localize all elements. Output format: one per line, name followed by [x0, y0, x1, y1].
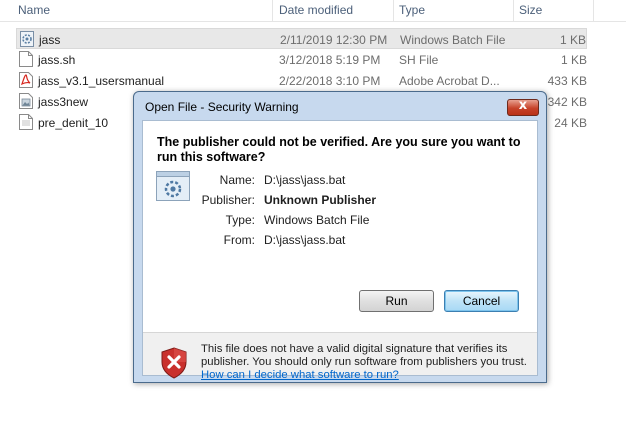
close-icon: x [518, 98, 528, 113]
file-type: Adobe Acrobat D... [399, 74, 500, 88]
batch-file-icon [20, 31, 34, 47]
file-name: jass3new [38, 95, 89, 109]
file-date: 2/11/2019 12:30 PM [280, 33, 388, 47]
dialog-titlebar[interactable]: Open File - Security Warning x [134, 92, 546, 120]
column-separator[interactable] [593, 0, 594, 22]
warning-message: This file does not have a valid digital … [201, 343, 531, 382]
warning-shield-icon [161, 347, 187, 379]
file-type: Windows Batch File [400, 33, 506, 47]
text-file-icon [19, 51, 33, 67]
help-link[interactable]: How can I decide what software to run? [201, 369, 399, 381]
type-value: Windows Batch File [264, 213, 370, 227]
run-button[interactable]: Run [359, 290, 434, 312]
dialog-heading: The publisher could not be verified. Are… [157, 135, 521, 164]
file-name: jass.sh [38, 53, 76, 67]
type-label: Type: [225, 213, 255, 227]
file-name: pre_denit_10 [38, 116, 109, 130]
column-date-modified[interactable]: Date modified [273, 3, 353, 21]
publisher-value: Unknown Publisher [264, 193, 377, 207]
column-size[interactable]: Size [513, 3, 542, 21]
file-row[interactable]: jass 2/11/2019 12:30 PM Windows Batch Fi… [16, 28, 587, 49]
close-button[interactable]: x [507, 98, 539, 116]
name-label: Name: [219, 173, 255, 187]
name-value: D:\jass\jass.bat [264, 173, 346, 187]
file-row[interactable]: jass.sh 3/12/2018 5:19 PM SH File 1 KB [16, 49, 587, 70]
from-value: D:\jass\jass.bat [264, 233, 346, 247]
file-size: 433 KB [547, 74, 587, 88]
file-row[interactable]: jass_v3.1_usersmanual 2/22/2018 3:10 PM … [16, 70, 587, 91]
dialog-body: The publisher could not be verified. Are… [142, 120, 538, 381]
warning-text: This file does not have a valid digital … [201, 343, 527, 368]
file-type: SH File [399, 53, 439, 67]
security-warning-dialog: Open File - Security Warning x The publi… [133, 91, 547, 383]
cancel-button[interactable]: Cancel [444, 290, 519, 312]
file-size: 1 KB [560, 53, 587, 67]
column-type[interactable]: Type [393, 3, 425, 21]
warning-footer: This file does not have a valid digital … [143, 333, 537, 381]
column-header-bar: Name Date modified Type Size [0, 0, 626, 22]
text-file-icon [19, 114, 33, 130]
file-date: 3/12/2018 5:19 PM [279, 53, 381, 67]
pdf-file-icon [19, 72, 33, 88]
publisher-label: Publisher: [201, 193, 255, 207]
image-file-icon [19, 93, 33, 109]
file-date: 2/22/2018 3:10 PM [279, 74, 381, 88]
file-name: jass [39, 33, 61, 47]
dialog-title: Open File - Security Warning [145, 100, 299, 114]
file-name: jass_v3.1_usersmanual [38, 74, 165, 88]
column-name[interactable]: Name [12, 3, 50, 21]
from-label: From: [223, 233, 255, 247]
file-size: 1 KB [559, 33, 586, 47]
